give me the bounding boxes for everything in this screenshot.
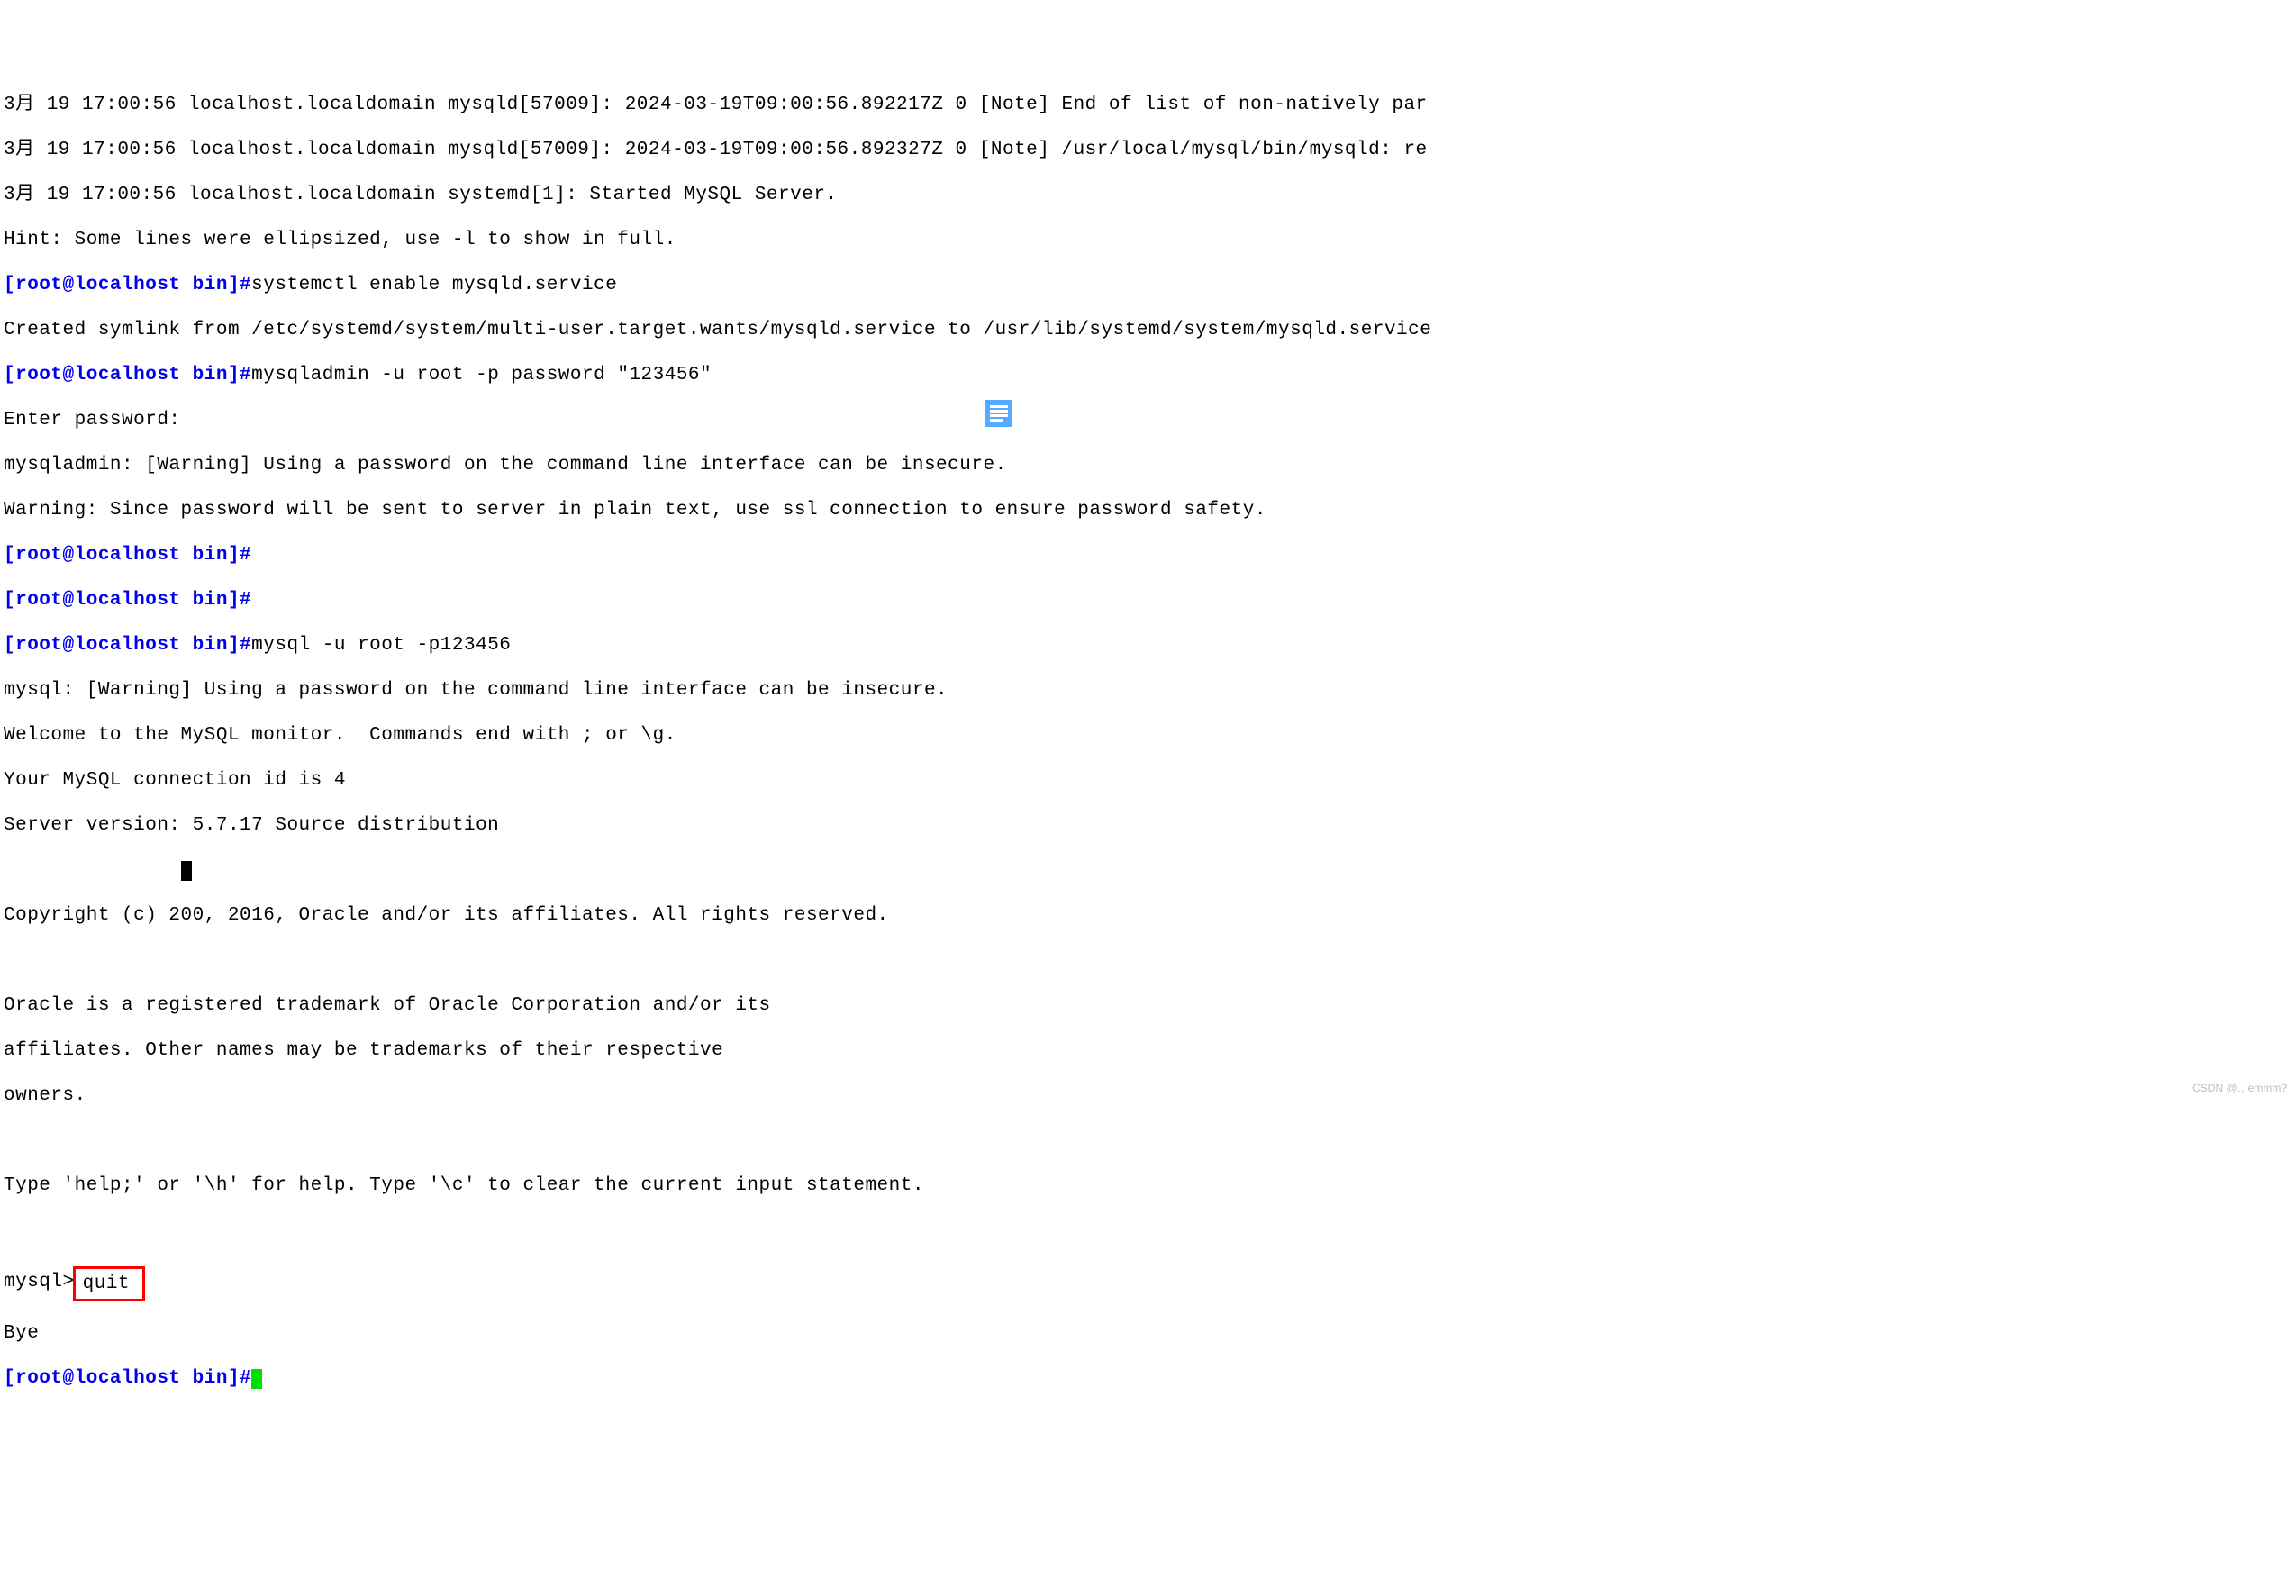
output-bye: Bye (4, 1322, 2292, 1345)
output-password-warning: Warning: Since password will be sent to … (4, 499, 2292, 521)
shell-prompt-2: [root@localhost bin]# (4, 365, 251, 385)
output-copyright-part-b: 00, 2016, Oracle and/or its affiliates. … (181, 905, 889, 926)
shell-prompt-4: [root@localhost bin]# (4, 590, 251, 611)
hint-line: Hint: Some lines were ellipsized, use -l… (4, 229, 2292, 251)
cursor-black (181, 861, 192, 881)
output-welcome: Welcome to the MySQL monitor. Commands e… (4, 724, 2292, 747)
command-systemctl-enable[interactable]: systemctl enable mysqld.service (251, 275, 617, 295)
command-quit[interactable]: quit (83, 1274, 130, 1294)
shell-prompt-1: [root@localhost bin]# (4, 275, 251, 295)
watermark: CSDN @…emmm? (2192, 1077, 2287, 1100)
shell-prompt-3: [root@localhost bin]# (4, 545, 251, 566)
document-icon[interactable] (985, 400, 1012, 427)
highlight-quit-box: quit (73, 1266, 145, 1301)
command-mysqladmin[interactable]: mysqladmin -u root -p password "123456" (251, 365, 712, 385)
log-line-3: 3月 19 17:00:56 localhost.localdomain sys… (4, 184, 2292, 206)
output-enter-password: Enter password: (4, 409, 2292, 431)
output-trademark-3: owners. (4, 1084, 2292, 1107)
output-server-version: Server version: 5.7.17 Source distributi… (4, 814, 2292, 837)
cursor-green[interactable] (251, 1369, 262, 1389)
output-symlink: Created symlink from /etc/systemd/system… (4, 319, 2292, 341)
log-line-2: 3月 19 17:00:56 localhost.localdomain mys… (4, 139, 2292, 161)
output-copyright-part-a: Copyright (c) 2 (4, 905, 181, 926)
shell-prompt-6: [root@localhost bin]# (4, 1368, 251, 1389)
mysql-prompt: mysql> (4, 1272, 75, 1292)
output-trademark-2: affiliates. Other names may be trademark… (4, 1039, 2292, 1062)
command-mysql-login[interactable]: mysql -u root -p123456 (251, 635, 511, 656)
log-line-1: 3月 19 17:00:56 localhost.localdomain mys… (4, 94, 2292, 116)
output-help-hint: Type 'help;' or '\h' for help. Type '\c'… (4, 1174, 2292, 1197)
output-mysqladmin-warning: mysqladmin: [Warning] Using a password o… (4, 454, 2292, 476)
output-connection-id: Your MySQL connection id is 4 (4, 769, 2292, 792)
shell-prompt-5: [root@localhost bin]# (4, 635, 251, 656)
output-mysql-warning: mysql: [Warning] Using a password on the… (4, 679, 2292, 702)
output-trademark-1: Oracle is a registered trademark of Orac… (4, 994, 2292, 1017)
